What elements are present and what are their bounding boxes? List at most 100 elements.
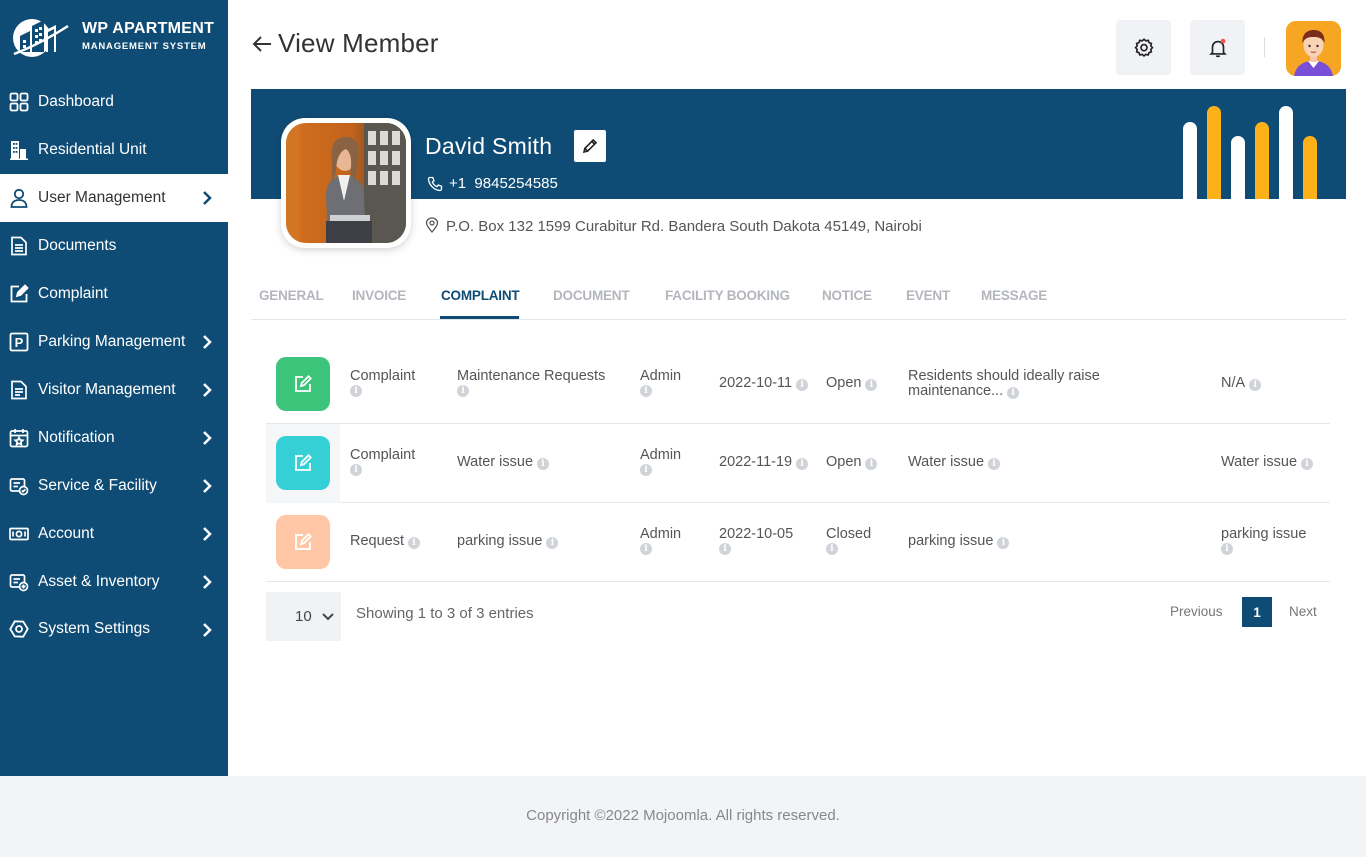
pagination-page-1[interactable]: 1: [1242, 597, 1272, 627]
table-row[interactable]: Complaint i Water issue i Admin i 2022-11-1…: [266, 424, 1330, 503]
sidebar-item-label: Visitor Management: [38, 381, 176, 398]
info-icon[interactable]: i: [1249, 379, 1262, 391]
info-icon[interactable]: i: [640, 385, 652, 397]
member-address: P.O. Box 132 1599 Curabitur Rd. Bandera …: [424, 216, 924, 238]
user-avatar-icon: [1286, 21, 1341, 76]
info-icon[interactable]: i: [640, 464, 652, 476]
info-icon[interactable]: i: [796, 458, 809, 470]
tab-notice[interactable]: NOTICE: [822, 288, 872, 303]
info-icon[interactable]: i: [826, 543, 838, 555]
sidebar-nav: Dashboard Residential Unit User Manageme…: [0, 78, 228, 652]
sidebar-item-dashboard[interactable]: Dashboard: [0, 78, 228, 126]
tab-invoice[interactable]: INVOICE: [352, 288, 406, 303]
sidebar-item-user-management[interactable]: User Management: [0, 174, 228, 222]
member-photo-frame: [281, 118, 411, 248]
table-row[interactable]: Complaint i Maintenance Requests i Admin i …: [266, 345, 1330, 424]
sidebar-item-documents[interactable]: Documents: [0, 222, 228, 270]
row-icon-cell: [266, 424, 340, 503]
member-tabs: GENERAL INVOICE COMPLAINT DOCUMENT FACIL…: [251, 278, 1346, 320]
brand-name-line2: MANAGEMENT SYSTEM: [82, 41, 207, 52]
header-divider: [1264, 37, 1265, 57]
info-icon[interactable]: i: [1007, 387, 1020, 399]
info-icon[interactable]: i: [537, 458, 550, 470]
tab-message[interactable]: MESSAGE: [981, 288, 1047, 303]
info-icon[interactable]: i: [719, 543, 731, 555]
cell-date: 2022-10-11 i: [719, 376, 809, 391]
pagination-previous[interactable]: Previous: [1170, 604, 1223, 619]
pencil-icon: [582, 138, 598, 154]
edit-square-icon: [295, 533, 312, 550]
table-row[interactable]: Request i parking issue i Admin i 2022-10-0…: [266, 503, 1330, 582]
chevron-right-icon: [203, 431, 212, 445]
cell-category: Water issue i: [457, 455, 550, 470]
sidebar-item-label: Complaint: [38, 285, 108, 302]
member-photo[interactable]: [286, 123, 406, 243]
member-name: David Smith: [425, 133, 553, 159]
member-phone: +1 9845254585: [427, 175, 558, 192]
sidebar-item-notification[interactable]: Notification: [0, 414, 228, 462]
tab-facility-booking[interactable]: FACILITY BOOKING: [665, 288, 790, 303]
info-icon[interactable]: i: [988, 458, 1001, 470]
asset-icon: [8, 571, 30, 593]
info-icon[interactable]: i: [457, 385, 469, 397]
notification-button[interactable]: [1190, 20, 1245, 75]
sidebar-item-parking-management[interactable]: P Parking Management: [0, 318, 228, 366]
cell-type: Request i: [350, 534, 421, 549]
sidebar-item-visitor-management[interactable]: Visitor Management: [0, 366, 228, 414]
service-icon: [8, 475, 30, 497]
building-icon: [8, 139, 30, 161]
dashboard-grid-icon: [8, 91, 30, 113]
sidebar-item-service-facility[interactable]: Service & Facility: [0, 462, 228, 510]
info-icon[interactable]: i: [997, 537, 1010, 549]
info-icon[interactable]: i: [546, 537, 559, 549]
cell-date: 2022-11-19 i: [719, 455, 809, 470]
tab-general[interactable]: GENERAL: [259, 288, 324, 303]
sidebar-item-residential-unit[interactable]: Residential Unit: [0, 126, 228, 174]
cell-resolution: Water issue i: [1221, 455, 1314, 470]
user-avatar[interactable]: [1286, 21, 1341, 76]
brand-name-line1: WP APARTMENT: [82, 20, 215, 37]
info-icon[interactable]: i: [408, 537, 421, 549]
info-icon[interactable]: i: [350, 464, 362, 476]
app-logo[interactable]: WP APARTMENT MANAGEMENT SYSTEM: [10, 12, 220, 62]
cell-category: Maintenance Requests i: [457, 368, 606, 397]
page-size-select[interactable]: 10: [266, 592, 341, 641]
sidebar-item-account[interactable]: Account: [0, 510, 228, 558]
row-icon-cell: [266, 503, 340, 582]
info-icon[interactable]: i: [1221, 543, 1233, 555]
pagination-next[interactable]: Next: [1289, 604, 1317, 619]
cell-by: Admin i: [640, 447, 682, 476]
back-arrow-icon[interactable]: [250, 32, 274, 56]
info-icon[interactable]: i: [796, 379, 809, 391]
chevron-right-icon: [203, 623, 212, 637]
sidebar-item-asset-inventory[interactable]: Asset & Inventory: [0, 558, 228, 606]
row-icon-cell: [266, 345, 340, 424]
visitor-list-icon: [8, 379, 30, 401]
edit-member-button[interactable]: [574, 130, 606, 162]
settings-button[interactable]: [1116, 20, 1171, 75]
sidebar-item-label: Account: [38, 525, 95, 542]
sidebar-item-system-settings[interactable]: System Settings: [0, 606, 228, 652]
gear-icon: [1133, 37, 1154, 57]
page-size-value: 10: [295, 608, 312, 625]
info-icon[interactable]: i: [350, 385, 362, 397]
member-address-text: P.O. Box 132 1599 Curabitur Rd. Bandera …: [446, 218, 922, 235]
tab-document[interactable]: DOCUMENT: [553, 288, 630, 303]
sidebar-item-complaint[interactable]: Complaint: [0, 270, 228, 318]
cell-category: parking issue i: [457, 534, 559, 549]
page-header: View Member: [250, 28, 439, 59]
info-icon[interactable]: i: [865, 458, 878, 470]
info-icon[interactable]: i: [640, 543, 652, 555]
complaint-edit-button[interactable]: [276, 436, 330, 490]
building-logo-icon: [13, 19, 69, 57]
cell-description: Water issue i: [908, 455, 1001, 470]
complaint-edit-button[interactable]: [276, 515, 330, 569]
info-icon[interactable]: i: [1301, 458, 1314, 470]
info-icon[interactable]: i: [865, 379, 878, 391]
complaint-edit-button[interactable]: [276, 357, 330, 411]
chevron-right-icon: [203, 383, 212, 397]
tab-event[interactable]: EVENT: [906, 288, 950, 303]
sidebar-item-label: Notification: [38, 429, 115, 446]
cell-status: Open i: [826, 455, 878, 470]
tab-complaint[interactable]: COMPLAINT: [441, 288, 520, 303]
